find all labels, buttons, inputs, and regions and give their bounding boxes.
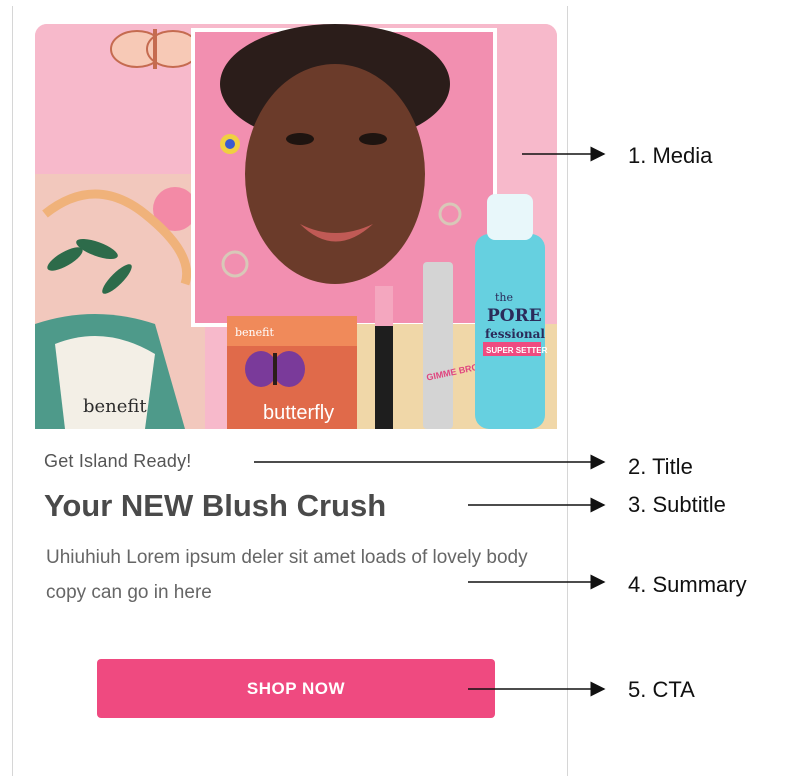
card-subtitle: Your NEW Blush Crush	[44, 488, 387, 523]
annotation-label-summary: 4. Summary	[628, 572, 747, 597]
annotation-label-media: 1. Media	[628, 143, 713, 168]
card-summary: Uhiuhiuh Lorem ipsum deler sit amet load…	[46, 547, 528, 603]
bottle-line-4: SUPER SETTER	[486, 346, 548, 355]
bottle-line-1: the	[495, 291, 513, 304]
palette-brand-text: benefit	[235, 326, 274, 339]
bottle-line-3: fessional	[485, 327, 545, 341]
palette-label-text: butterfly	[263, 402, 334, 424]
media-image[interactable]: benefit butterfly GIMME BROW+ the PORE f…	[35, 24, 557, 429]
card-title: Get Island Ready!	[44, 451, 192, 471]
shop-now-button[interactable]: SHOP NOW	[97, 659, 495, 718]
brand-logo-text: benefit	[83, 396, 147, 417]
media-illustration: benefit butterfly GIMME BROW+ the PORE f…	[35, 24, 557, 429]
annotation-label-cta: 5. CTA	[628, 677, 695, 702]
annotation-label-subtitle: 3. Subtitle	[628, 492, 726, 517]
annotation-label-title: 2. Title	[628, 454, 693, 479]
bottle-line-2: PORE	[487, 306, 542, 326]
